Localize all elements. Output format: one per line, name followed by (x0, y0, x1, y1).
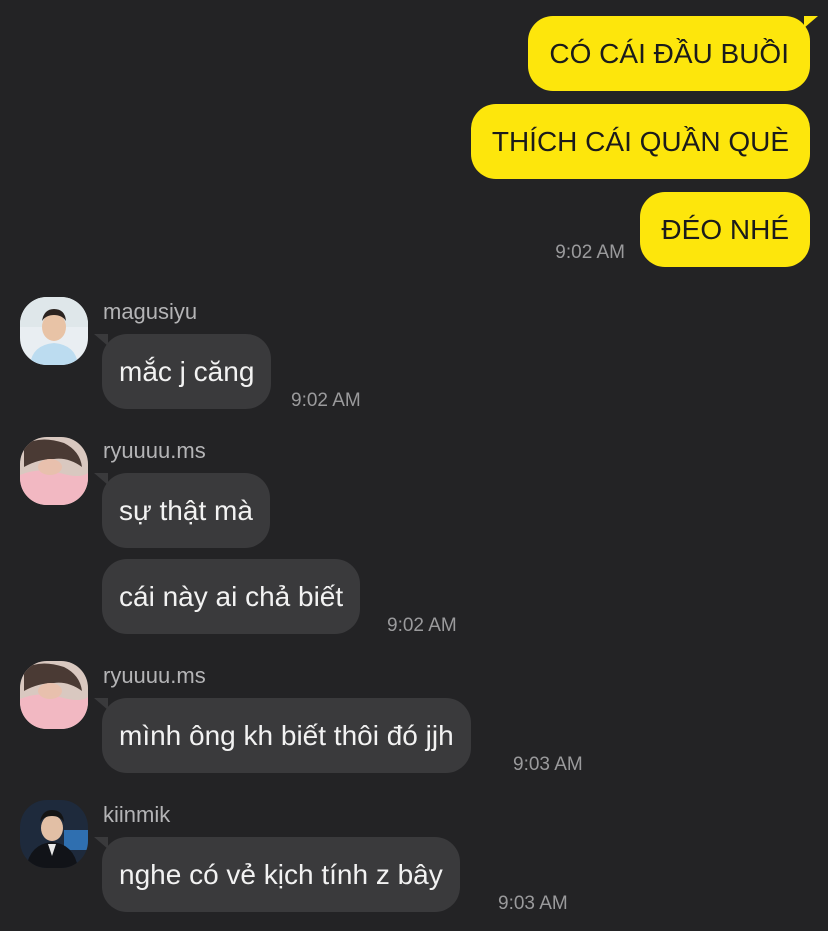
outgoing-message-bubble[interactable]: CÓ CÁI ĐẦU BUỒI (528, 16, 810, 91)
sender-username: ryuuuu.ms (103, 663, 206, 688)
bubble-tail (94, 698, 108, 710)
sender-username: magusiyu (103, 299, 198, 324)
incoming-message-bubble[interactable]: mắc j căng (102, 334, 272, 409)
bubble-tail (804, 16, 818, 28)
message-timestamp: 9:02 AM (291, 390, 361, 411)
user-avatar-ryuuuu[interactable] (20, 437, 88, 505)
outgoing-message-bubble[interactable]: ĐÉO NHÉ (640, 192, 810, 267)
chat-screen: CÓ CÁI ĐẦU BUỒI THÍCH CÁI QUẦN QUÈ ĐÉO N… (0, 0, 828, 931)
bubble-tail (94, 837, 108, 849)
bubble-tail (94, 334, 108, 346)
bubble-tail (94, 473, 108, 485)
incoming-message-bubble[interactable]: cái này ai chả biết (102, 559, 361, 634)
message-timestamp: 9:03 AM (498, 893, 568, 914)
user-avatar-ryuuuu[interactable] (20, 661, 88, 729)
sender-username: kiinmik (103, 802, 171, 827)
message-timestamp: 9:03 AM (513, 754, 583, 775)
incoming-message-bubble[interactable]: sự thật mà (102, 473, 270, 548)
message-timestamp: 9:02 AM (387, 615, 457, 636)
user-avatar-magusiyu[interactable] (20, 297, 88, 365)
incoming-message-bubble[interactable]: mình ông kh biết thôi đó jjh (102, 698, 471, 773)
sender-username: ryuuuu.ms (103, 438, 206, 463)
outgoing-message-bubble[interactable]: THÍCH CÁI QUẦN QUÈ (470, 104, 810, 179)
user-avatar-kiinmik[interactable] (20, 800, 88, 868)
message-timestamp: 9:02 AM (555, 242, 625, 263)
incoming-message-bubble[interactable]: nghe có vẻ kịch tính z bây (102, 837, 460, 912)
